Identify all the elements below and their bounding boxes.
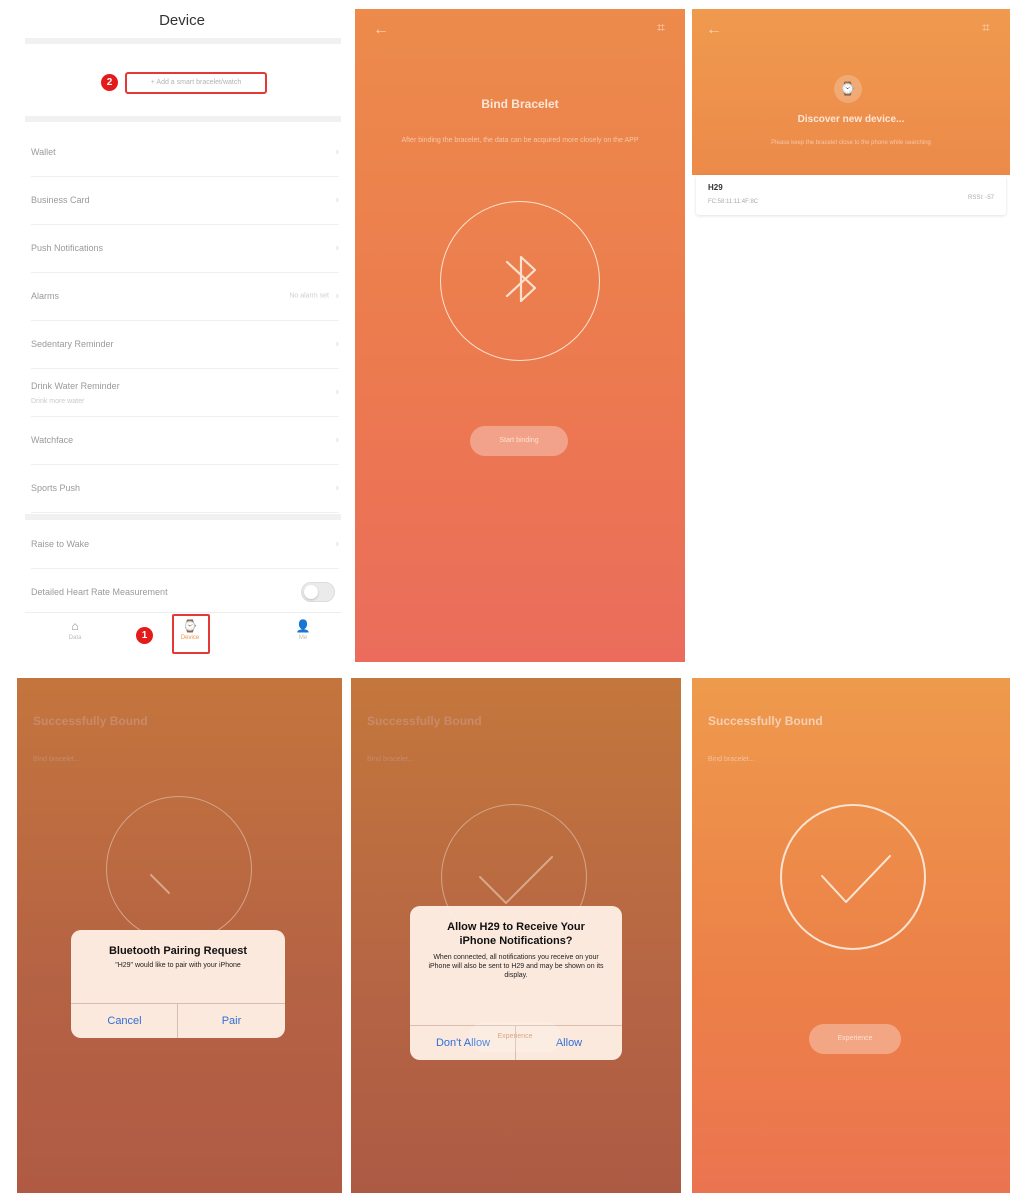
alert-message: "H29" would like to pair with your iPhon… (115, 962, 241, 969)
start-binding-button[interactable]: Start binding (470, 426, 568, 456)
home-icon: ⌂ (71, 619, 79, 633)
alert-message: When connected, all notifications you re… (428, 954, 604, 979)
checkmark-icon (821, 855, 891, 903)
success-ring (780, 804, 926, 950)
tab-me[interactable]: 👤 Me (273, 619, 333, 641)
pair-button[interactable]: Pair (177, 1004, 285, 1038)
device-rssi: RSSI: -57 (967, 195, 994, 201)
chevron-right-icon: › (335, 538, 339, 550)
chevron-right-icon: › (335, 386, 339, 398)
bind-screen: ← ⌗ Bind Bracelet After binding the brac… (355, 9, 685, 662)
back-arrow-icon[interactable]: ← (706, 21, 722, 39)
settings-row-label: Alarms (31, 291, 60, 301)
chevron-right-icon: › (335, 338, 339, 350)
page-title: Successfully Bound (33, 714, 148, 728)
page-title: Successfully Bound (367, 714, 482, 728)
watch-icon: ⌚ (834, 75, 862, 103)
page-title: Device (159, 12, 205, 29)
person-icon: 👤 (295, 619, 311, 633)
settings-row-label: Drink Water Reminder (31, 381, 120, 392)
settings-row-label: Business Card (31, 195, 90, 205)
chevron-right-icon: › (335, 290, 339, 302)
device-name: H29 (708, 183, 723, 192)
scan-icon[interactable]: ⌗ (978, 19, 994, 35)
settings-row-label: Watchface (31, 435, 74, 445)
alert-buttons: Cancel Pair (71, 1003, 285, 1038)
chevron-right-icon: › (335, 482, 339, 494)
step-marker: 1 (136, 627, 153, 644)
chevron-right-icon: › (335, 242, 339, 254)
progress-ring (106, 796, 252, 942)
step-marker: 2 (101, 74, 118, 91)
tab-label: Data (68, 635, 82, 641)
scan-icon[interactable]: ⌗ (653, 19, 669, 35)
chevron-right-icon: › (335, 194, 339, 206)
alert-title: Bluetooth Pairing Request (108, 945, 248, 957)
alert-title: Allow H29 to Receive Your iPhone Notific… (447, 921, 585, 947)
page-subtitle: Bind bracelet... (367, 756, 414, 763)
discovered-device-item[interactable]: H29 FC:58:11:11:4F:8C RSSI: -57 (696, 175, 1006, 215)
divider (25, 116, 341, 122)
settings-row-value: No alarm set (289, 292, 329, 300)
tab-data[interactable]: ⌂ Data (45, 619, 105, 641)
discover-header: ← ⌗ ⌚ Discover new device... Please keep… (692, 9, 1010, 175)
settings-row-watchface[interactable]: Watchface › (31, 416, 339, 465)
cancel-button[interactable]: Cancel (71, 1004, 178, 1038)
tab-label: Me (298, 635, 308, 641)
settings-row-sublabel: Drink more water (31, 397, 85, 405)
settings-row-push-notifications[interactable]: Push Notifications › (31, 224, 339, 273)
settings-row-heart-rate: Detailed Heart Rate Measurement (31, 568, 339, 616)
discover-screen: ← ⌗ ⌚ Discover new device... Please keep… (692, 9, 1010, 662)
page-title: Successfully Bound (708, 714, 823, 728)
chevron-right-icon: › (335, 146, 339, 158)
experience-button[interactable]: Experience (809, 1024, 901, 1054)
settings-row-alarms[interactable]: Alarms No alarm set › (31, 272, 339, 321)
settings-row-sedentary-reminder[interactable]: Sedentary Reminder › (31, 320, 339, 369)
device-mac: FC:58:11:11:4F:8C (708, 199, 759, 205)
page-description: After binding the bracelet, the data can… (401, 137, 639, 144)
settings-row-raise-to-wake[interactable]: Raise to Wake › (31, 520, 339, 569)
bluetooth-pairing-alert: Bluetooth Pairing Request "H29" would li… (71, 930, 285, 1038)
bound-screen-success: Successfully Bound Bind bracelet... Expe… (692, 678, 1010, 1193)
bound-screen-pairing: Successfully Bound Bind bracelet... Blue… (17, 678, 342, 1193)
settings-row-wallet[interactable]: Wallet › (31, 128, 339, 177)
settings-row-sports-push[interactable]: Sports Push › (31, 464, 339, 513)
bluetooth-ring (440, 201, 600, 361)
tab-highlight-box (172, 614, 210, 654)
settings-row-drink-water-reminder[interactable]: Drink Water Reminder Drink more water › (31, 368, 339, 417)
back-arrow-icon[interactable]: ← (373, 21, 389, 39)
settings-row-label: Raise to Wake (31, 539, 90, 549)
page-subtitle: Bind bracelet... (708, 756, 755, 763)
settings-row-label: Push Notifications (31, 243, 104, 253)
heart-rate-toggle[interactable] (301, 582, 335, 602)
settings-row-label: Sports Push (31, 483, 81, 493)
bound-screen-notifications: Successfully Bound Bind bracelet... Allo… (351, 678, 681, 1193)
page-title: Discover new device... (797, 114, 905, 125)
bluetooth-icon (505, 255, 537, 303)
settings-row-label: Wallet (31, 147, 56, 157)
page-title: Bind Bracelet (481, 97, 559, 111)
progress-check-icon (150, 874, 170, 894)
page-description: Please keep the bracelet close to the ph… (771, 140, 931, 146)
settings-row-label: Sedentary Reminder (31, 339, 114, 349)
experience-button[interactable]: Experience (469, 1022, 561, 1052)
settings-row-business-card[interactable]: Business Card › (31, 176, 339, 225)
device-screen: Device 2 + Add a smart bracelet/watch Wa… (17, 0, 347, 662)
page-subtitle: Bind bracelet... (33, 756, 80, 763)
divider (25, 38, 341, 44)
chevron-right-icon: › (335, 434, 339, 446)
add-device-button[interactable]: + Add a smart bracelet/watch (125, 72, 267, 94)
settings-row-label: Detailed Heart Rate Measurement (31, 587, 168, 597)
